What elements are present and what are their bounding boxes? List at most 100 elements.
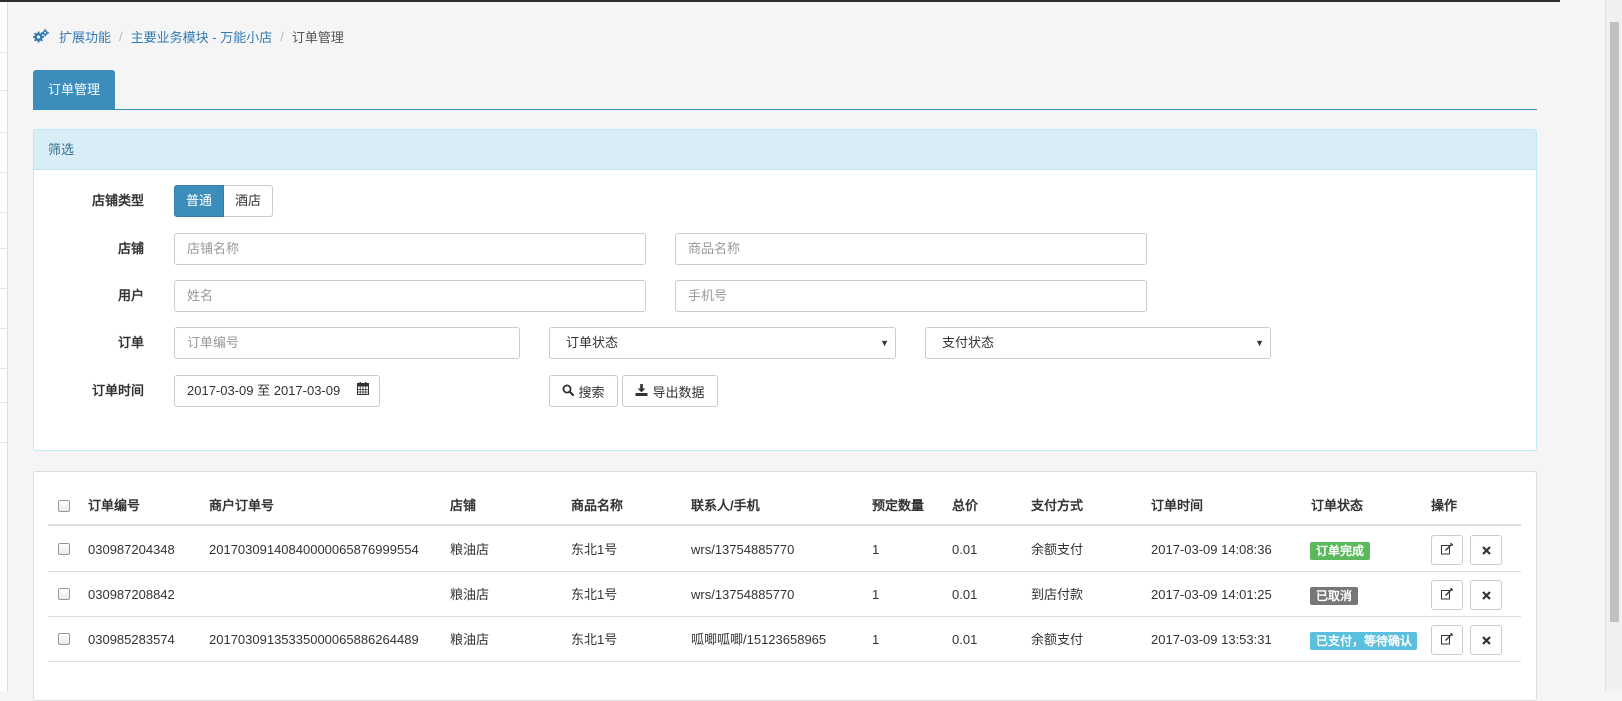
cell-total: 0.01	[952, 587, 978, 602]
status-badge: 已支付，等待确认	[1310, 632, 1417, 650]
search-button[interactable]: 搜索	[549, 375, 618, 407]
left-sidebar-edge	[0, 2, 8, 691]
cell-pay-method: 余额支付	[1031, 542, 1084, 557]
status-badge: 订单完成	[1310, 542, 1371, 560]
cell-shop: 粮油店	[450, 542, 490, 557]
cell-goods: 东北1号	[571, 542, 618, 557]
col-order-status[interactable]: 订单状态	[1311, 486, 1363, 526]
vertical-scrollbar[interactable]	[1605, 0, 1622, 691]
edit-button[interactable]	[1431, 535, 1463, 565]
search-icon	[562, 384, 575, 399]
cell-time: 2017-03-09 13:53:31	[1151, 632, 1272, 647]
cell-goods: 东北1号	[571, 587, 618, 602]
cell-shop: 粮油店	[450, 587, 490, 602]
tab-order-management[interactable]: 订单管理	[33, 70, 116, 109]
cell-total: 0.01	[952, 632, 978, 647]
edit-button[interactable]	[1431, 580, 1463, 610]
order-no-input[interactable]: 订单编号	[174, 327, 520, 359]
col-quantity[interactable]: 预定数量	[872, 486, 924, 526]
cell-time: 2017-03-09 14:01:25	[1151, 587, 1272, 602]
order-status-value: 订单状态	[566, 335, 619, 350]
order-time-range-value: 2017-03-09 至 2017-03-09	[187, 383, 341, 398]
table-row: 030987208842 粮油店 东北1号 wrs/13754885770 1 …	[48, 572, 1521, 617]
edit-button[interactable]	[1431, 625, 1463, 655]
table-row: 030987204348 201703091408400000658769995…	[48, 527, 1521, 572]
export-data-button[interactable]: 导出数据	[622, 375, 718, 407]
filter-panel-title: 筛选	[34, 130, 1536, 170]
cell-order-no: 030987208842	[88, 587, 175, 602]
pay-status-select[interactable]: 支付状态 ▼	[925, 327, 1271, 359]
shop-type-toggle: 普通 酒店	[174, 185, 274, 217]
col-pay-method[interactable]: 支付方式	[1031, 486, 1083, 526]
pay-status-value: 支付状态	[942, 335, 995, 350]
scrollbar-thumb[interactable]	[1610, 22, 1619, 622]
row-checkbox[interactable]	[58, 543, 70, 555]
cell-contact: 呱唧呱唧/15123658965	[691, 632, 827, 647]
shop-type-label: 店铺类型	[91, 193, 144, 208]
caret-down-icon: ▼	[880, 338, 889, 348]
shop-type-hotel-button[interactable]: 酒店	[224, 185, 274, 217]
breadcrumb: 扩展功能 / 主要业务模块 - 万能小店 / 订单管理	[33, 27, 344, 45]
col-order-no[interactable]: 订单编号	[88, 486, 140, 526]
user-name-input[interactable]: 姓名	[174, 280, 646, 312]
edit-icon	[1441, 542, 1454, 558]
table-row: 030985283574 201703091353350000658862644…	[48, 617, 1521, 662]
order-time-label: 订单时间	[91, 383, 144, 398]
close-icon	[1481, 543, 1491, 558]
orders-table: 订单编号 商户订单号 店铺 商品名称 联系人/手机 预定数量 总价 支付方式 订…	[33, 471, 1537, 701]
delete-button[interactable]	[1470, 580, 1502, 610]
table-header: 订单编号 商户订单号 店铺 商品名称 联系人/手机 预定数量 总价 支付方式 订…	[48, 486, 1521, 526]
cell-merchant-no: 20170309135335000065886264489	[209, 632, 419, 647]
col-total-price[interactable]: 总价	[952, 486, 978, 526]
cell-time: 2017-03-09 14:08:36	[1151, 542, 1272, 557]
search-button-label: 搜索	[578, 384, 605, 400]
window-top-border	[0, 0, 1560, 2]
cell-merchant-no: 20170309140840000065876999554	[209, 542, 419, 557]
status-badge: 已取消	[1310, 587, 1359, 605]
cell-contact: wrs/13754885770	[691, 542, 795, 557]
cell-qty: 1	[872, 542, 880, 557]
filter-panel: 筛选 店铺类型 普通 酒店 店铺 店铺名称 商品名称 用户 姓名 手机号 订单 …	[33, 129, 1537, 451]
col-order-time[interactable]: 订单时间	[1151, 486, 1203, 526]
edit-icon	[1441, 587, 1454, 603]
col-actions: 操作	[1431, 498, 1458, 513]
cell-pay-method: 到店付款	[1031, 587, 1084, 602]
user-label: 用户	[117, 288, 144, 303]
order-status-select[interactable]: 订单状态 ▼	[549, 327, 896, 359]
row-checkbox[interactable]	[58, 588, 70, 600]
cell-pay-method: 余额支付	[1031, 632, 1084, 647]
cell-goods: 东北1号	[571, 632, 618, 647]
cell-order-no: 030985283574	[88, 632, 175, 647]
breadcrumb-module[interactable]: 主要业务模块 - 万能小店	[131, 27, 273, 46]
order-time-range-input[interactable]: 2017-03-09 至 2017-03-09	[174, 375, 380, 407]
cell-order-no: 030987204348	[88, 542, 175, 557]
col-merchant-order-no[interactable]: 商户订单号	[209, 486, 274, 526]
cell-qty: 1	[872, 587, 880, 602]
col-contact[interactable]: 联系人/手机	[691, 486, 760, 526]
cell-contact: wrs/13754885770	[691, 587, 795, 602]
cell-shop: 粮油店	[450, 632, 490, 647]
breadcrumb-extensions[interactable]: 扩展功能	[59, 27, 111, 46]
caret-down-icon: ▼	[1255, 338, 1264, 348]
cell-qty: 1	[872, 632, 880, 647]
close-icon	[1481, 633, 1491, 648]
close-icon	[1481, 588, 1491, 603]
edit-icon	[1441, 632, 1454, 648]
calendar-icon	[357, 376, 369, 406]
breadcrumb-current: 订单管理	[291, 29, 344, 45]
goods-name-input[interactable]: 商品名称	[675, 233, 1147, 265]
delete-button[interactable]	[1470, 535, 1502, 565]
shop-type-normal-button[interactable]: 普通	[174, 185, 225, 217]
download-icon	[635, 383, 648, 399]
select-all-checkbox[interactable]	[58, 500, 70, 512]
shop-name-input[interactable]: 店铺名称	[174, 233, 646, 265]
row-checkbox[interactable]	[58, 633, 70, 645]
export-button-label: 导出数据	[652, 384, 705, 400]
col-goods-name[interactable]: 商品名称	[571, 486, 623, 526]
shop-label: 店铺	[117, 241, 144, 256]
delete-button[interactable]	[1470, 625, 1502, 655]
phone-input[interactable]: 手机号	[675, 280, 1147, 312]
order-label: 订单	[117, 335, 144, 350]
col-shop[interactable]: 店铺	[450, 486, 476, 526]
cell-total: 0.01	[952, 542, 978, 557]
